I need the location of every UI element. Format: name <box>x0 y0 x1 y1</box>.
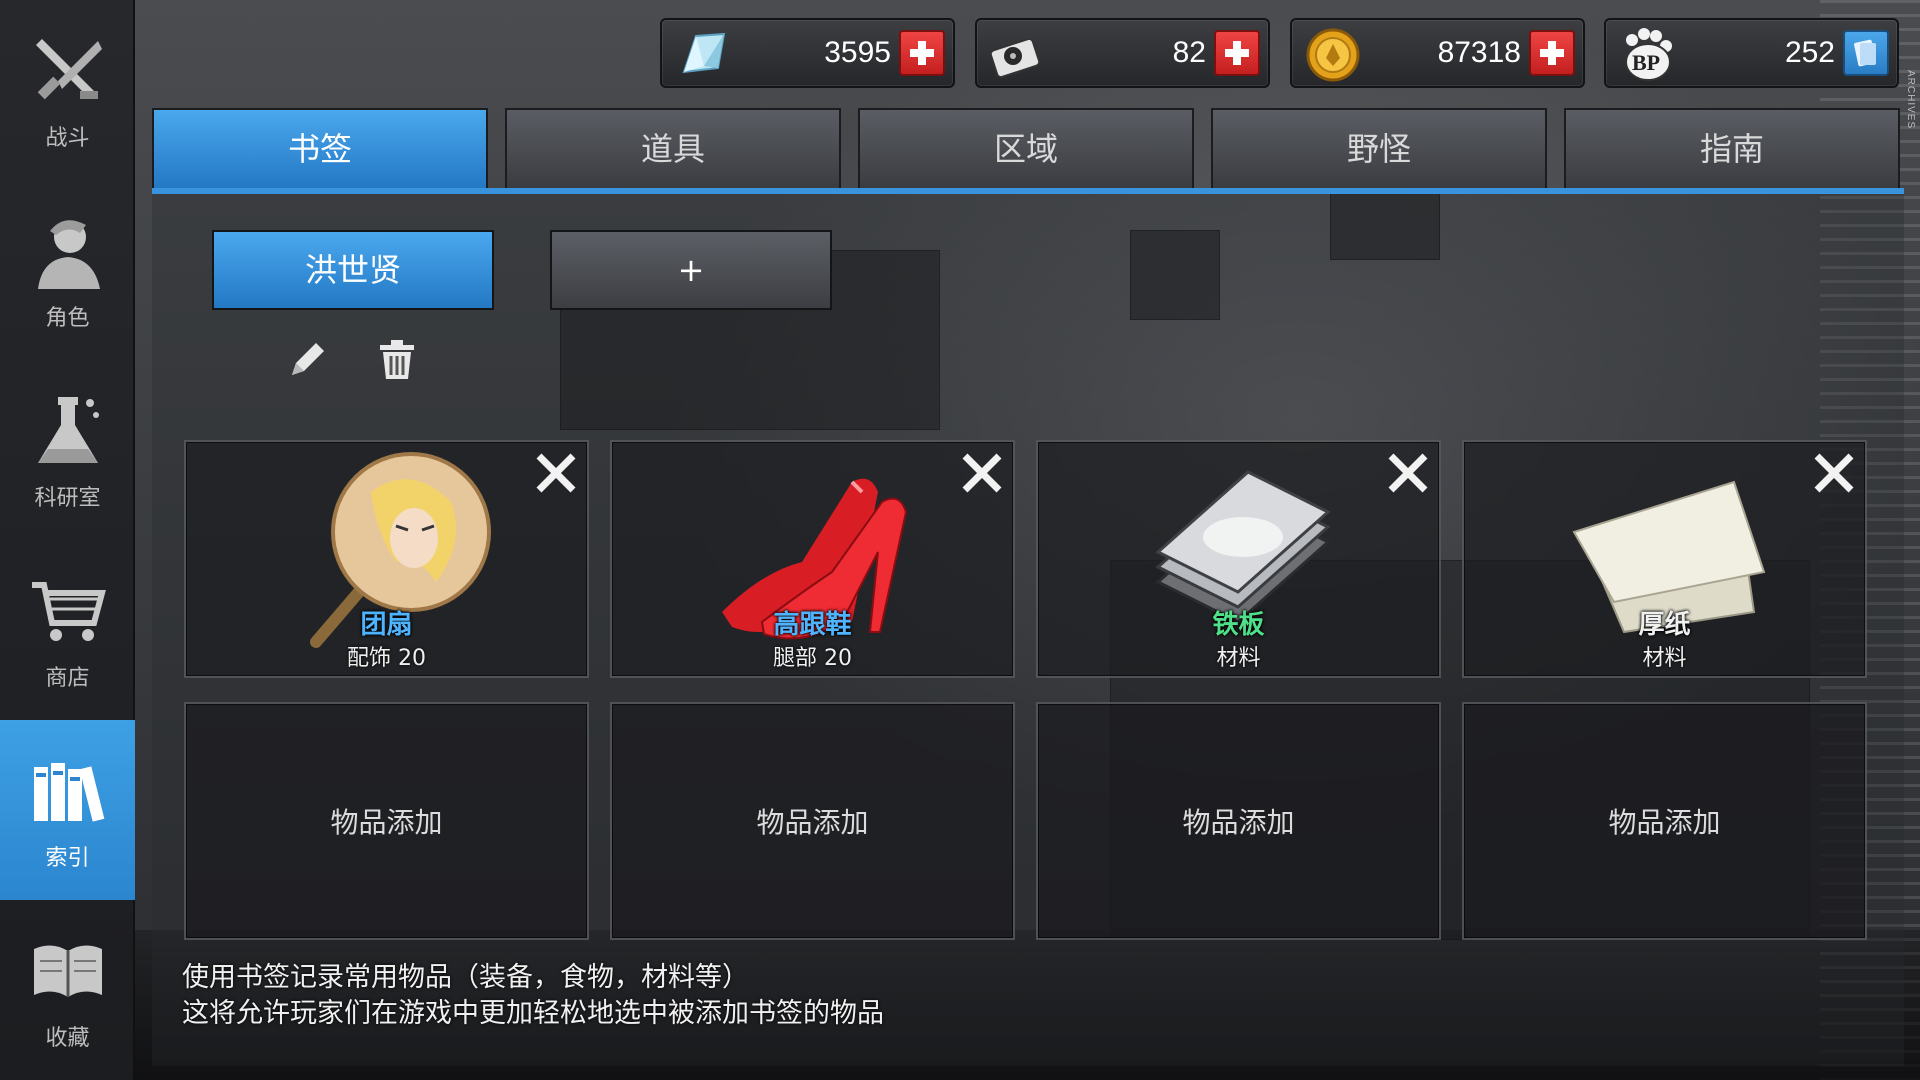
currency-bp: BP 252 <box>1604 18 1899 88</box>
item-category: 材料 <box>1216 646 1261 671</box>
add-item-label: 物品添加 <box>330 806 443 839</box>
corner-archives-label: ARCHIVES <box>1905 70 1916 130</box>
tape-count: 82 <box>1172 36 1206 69</box>
item-name: 铁板 <box>1212 610 1265 640</box>
bp-paw-icon: BP <box>1618 26 1676 84</box>
item-name: 高跟鞋 <box>773 610 852 640</box>
delete-bookmark-button[interactable] <box>372 335 422 385</box>
gold-count: 87318 <box>1437 36 1521 69</box>
sidebar-item-collection[interactable]: 收藏 <box>0 900 135 1080</box>
add-bookmark-button[interactable]: + <box>550 230 832 310</box>
add-item-label: 物品添加 <box>756 806 869 839</box>
tab-bar: 书签 道具 区域 野怪 指南 <box>152 108 1904 192</box>
hint-line-1: 使用书签记录常用物品（装备，食物，材料等） <box>182 962 749 993</box>
tab-items[interactable]: 道具 <box>505 108 841 188</box>
remove-item-button[interactable] <box>1383 448 1433 498</box>
collection-book-icon <box>25 928 111 1014</box>
gold-coin-icon <box>1304 26 1362 84</box>
bookmark-tab-active[interactable]: 洪世贤 <box>212 230 494 310</box>
bookmark-item-slot[interactable]: 厚纸 材料 <box>1462 440 1867 678</box>
shop-cart-icon <box>25 568 111 654</box>
add-gold-button[interactable] <box>1529 30 1575 76</box>
sidebar-item-battle[interactable]: 战斗 <box>0 0 135 180</box>
add-item-label: 物品添加 <box>1182 806 1295 839</box>
bookmark-item-slot[interactable]: 铁板 材料 <box>1036 440 1441 678</box>
bookmark-item-slot[interactable]: 高跟鞋 腿部 20 <box>610 440 1015 678</box>
sidebar-item-index[interactable]: 索引 <box>0 720 135 900</box>
item-category: 腿部 20 <box>773 646 852 671</box>
close-icon <box>962 453 1002 493</box>
add-item-label: 物品添加 <box>1608 806 1721 839</box>
item-name: 团扇 <box>360 610 413 640</box>
add-item-slot[interactable]: 物品添加 <box>1036 702 1441 940</box>
bookmark-hint: 使用书签记录常用物品（装备，食物，材料等） 这将允许玩家们在游戏中更加轻松地选中… <box>182 960 884 1032</box>
index-books-icon <box>25 748 111 834</box>
battle-icon <box>25 28 111 114</box>
character-icon <box>25 208 111 294</box>
hint-line-2: 这将允许玩家们在游戏中更加轻松地选中被添加书签的物品 <box>182 998 884 1029</box>
add-item-slot[interactable]: 物品添加 <box>184 702 589 940</box>
sidebar-item-lab[interactable]: 科研室 <box>0 360 135 540</box>
exchange-bp-button[interactable] <box>1843 30 1889 76</box>
remove-item-button[interactable] <box>957 448 1007 498</box>
sidebar-item-label: 科研室 <box>34 486 101 511</box>
bp-count: 252 <box>1784 36 1835 69</box>
trash-icon <box>380 340 414 379</box>
tape-icon <box>989 26 1047 84</box>
crystal-count: 3595 <box>824 36 891 69</box>
pencil-icon <box>292 343 324 375</box>
edit-bookmark-button[interactable] <box>282 335 332 385</box>
sidebar-item-label: 角色 <box>45 306 90 331</box>
remove-item-button[interactable] <box>531 448 581 498</box>
sidebar-item-label: 商店 <box>45 666 90 691</box>
add-crystal-button[interactable] <box>899 30 945 76</box>
close-icon <box>536 453 576 493</box>
currency-crystal: 3595 <box>660 18 955 88</box>
tab-guide[interactable]: 指南 <box>1564 108 1900 188</box>
item-category: 配饰 20 <box>347 646 426 671</box>
tab-monsters[interactable]: 野怪 <box>1211 108 1547 188</box>
currency-gold: 87318 <box>1290 18 1585 88</box>
sidebar-item-label: 战斗 <box>45 126 90 151</box>
currency-tape: 82 <box>975 18 1270 88</box>
add-item-slot[interactable]: 物品添加 <box>610 702 1015 940</box>
tab-areas[interactable]: 区域 <box>858 108 1194 188</box>
item-name: 厚纸 <box>1638 610 1691 640</box>
bookmark-item-slot[interactable]: 团扇 配饰 20 <box>184 440 589 678</box>
sidebar: 战斗 角色 科研室 商店 索引 收藏 <box>0 0 135 1080</box>
remove-item-button[interactable] <box>1809 448 1859 498</box>
lab-flask-icon <box>25 388 111 474</box>
close-icon <box>1814 453 1854 493</box>
crystal-icon <box>674 26 732 84</box>
exchange-icon <box>1854 39 1876 67</box>
svg-text:BP: BP <box>1632 50 1660 75</box>
sidebar-item-shop[interactable]: 商店 <box>0 540 135 720</box>
add-item-slot[interactable]: 物品添加 <box>1462 702 1867 940</box>
sidebar-item-label: 收藏 <box>45 1026 90 1051</box>
sidebar-item-label: 索引 <box>45 846 90 871</box>
close-icon <box>1388 453 1428 493</box>
sidebar-item-character[interactable]: 角色 <box>0 180 135 360</box>
tab-bookmarks[interactable]: 书签 <box>152 108 488 188</box>
item-category: 材料 <box>1642 646 1687 671</box>
add-tape-button[interactable] <box>1214 30 1260 76</box>
